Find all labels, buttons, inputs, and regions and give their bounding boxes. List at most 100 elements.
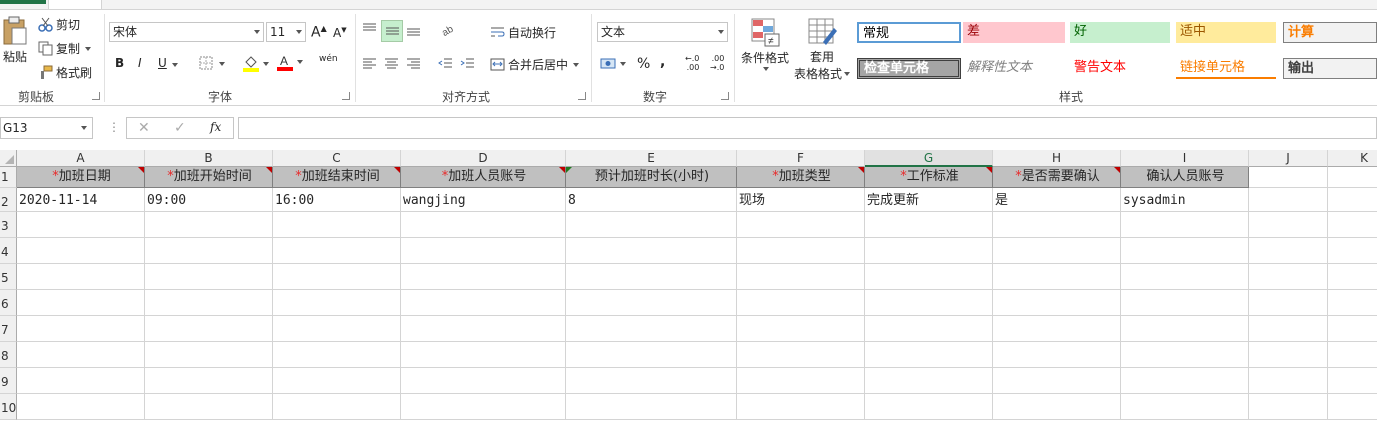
cell-i8[interactable] [1121,342,1249,368]
cell-f2[interactable]: 现场 [737,188,865,212]
align-right-button[interactable] [406,56,421,71]
cell-g8[interactable] [865,342,993,368]
cell-k7[interactable] [1328,316,1377,342]
column-header-a[interactable]: A [17,150,145,167]
align-left-button[interactable] [362,56,377,71]
cell-f10[interactable] [737,394,865,420]
cell-style-1[interactable]: 常规 [857,22,961,43]
cell-e2[interactable]: 8 [566,188,737,212]
row-header-3[interactable]: 3 [0,212,17,238]
cell-c8[interactable] [273,342,401,368]
cell-d4[interactable] [401,238,566,264]
cell-b1[interactable]: *加班开始时间 [145,167,273,188]
cell-k5[interactable] [1328,264,1377,290]
cell-c5[interactable] [273,264,401,290]
cell-c4[interactable] [273,238,401,264]
align-middle-button[interactable] [381,20,403,42]
row-header-6[interactable]: 6 [0,290,17,316]
cell-k6[interactable] [1328,290,1377,316]
cell-i6[interactable] [1121,290,1249,316]
accounting-format-button[interactable] [600,56,626,71]
cell-a2[interactable]: 2020-11-14 [17,188,145,212]
enter-icon[interactable]: ✓ [174,120,186,136]
cell-b10[interactable] [145,394,273,420]
cell-j2[interactable] [1249,188,1328,212]
cell-style-8[interactable]: 警告文本 [1070,58,1170,79]
cell-g4[interactable] [865,238,993,264]
wrap-text-button[interactable]: 自动换行 [490,24,556,41]
formula-input[interactable] [238,117,1377,139]
cell-g3[interactable] [865,212,993,238]
phonetic-button[interactable]: wén [319,54,338,64]
cell-style-6[interactable]: 检查单元格 [857,58,961,79]
number-launcher-icon[interactable] [721,92,729,100]
cell-a3[interactable] [17,212,145,238]
cell-d7[interactable] [401,316,566,342]
cell-c9[interactable] [273,368,401,394]
cell-h1[interactable]: *是否需要确认 [993,167,1121,188]
cell-a4[interactable] [17,238,145,264]
cell-e1[interactable]: 预计加班时长(小时) [566,167,737,188]
cell-h7[interactable] [993,316,1121,342]
cell-b6[interactable] [145,290,273,316]
row-header-8[interactable]: 8 [0,342,17,368]
cell-k9[interactable] [1328,368,1377,394]
cell-k10[interactable] [1328,394,1377,420]
cell-i1[interactable]: 确认人员账号 [1121,167,1249,188]
borders-button[interactable] [199,56,225,71]
cell-c1[interactable]: *加班结束时间 [273,167,401,188]
font-size-combo[interactable]: 11 [266,22,306,42]
format-as-table-button[interactable]: 套用 表格格式 [792,16,852,82]
cell-b4[interactable] [145,238,273,264]
cell-f5[interactable] [737,264,865,290]
merge-center-button[interactable]: 合并后居中 [490,56,580,73]
cell-k1[interactable] [1328,167,1377,188]
row-header-9[interactable]: 9 [0,368,17,394]
cell-h4[interactable] [993,238,1121,264]
cell-e7[interactable] [566,316,737,342]
cell-g9[interactable] [865,368,993,394]
cell-style-7[interactable]: 解释性文本 [963,58,1065,79]
column-header-g[interactable]: G [865,150,993,167]
align-top-button[interactable] [362,22,377,37]
cell-g10[interactable] [865,394,993,420]
cell-j7[interactable] [1249,316,1328,342]
column-header-d[interactable]: D [401,150,566,167]
font-name-combo[interactable]: 宋体 [109,22,264,42]
cell-e4[interactable] [566,238,737,264]
comma-button[interactable]: , [660,54,665,70]
column-header-j[interactable]: J [1249,150,1328,167]
cell-h3[interactable] [993,212,1121,238]
cell-b9[interactable] [145,368,273,394]
cell-g6[interactable] [865,290,993,316]
fill-color-button[interactable] [243,56,269,72]
cell-i2[interactable]: sysadmin [1121,188,1249,212]
cell-j6[interactable] [1249,290,1328,316]
cell-f8[interactable] [737,342,865,368]
cell-e10[interactable] [566,394,737,420]
cell-k4[interactable] [1328,238,1377,264]
cell-g7[interactable] [865,316,993,342]
cell-j9[interactable] [1249,368,1328,394]
column-header-h[interactable]: H [993,150,1121,167]
cell-h8[interactable] [993,342,1121,368]
cell-c2[interactable]: 16:00 [273,188,401,212]
cell-e9[interactable] [566,368,737,394]
row-header-4[interactable]: 4 [0,238,17,264]
cell-f3[interactable] [737,212,865,238]
cell-i7[interactable] [1121,316,1249,342]
cell-f4[interactable] [737,238,865,264]
cell-style-9[interactable]: 链接单元格 [1176,58,1276,79]
increase-indent-button[interactable] [460,56,475,71]
cell-h6[interactable] [993,290,1121,316]
cell-g5[interactable] [865,264,993,290]
italic-button[interactable]: I [138,56,142,70]
cell-d3[interactable] [401,212,566,238]
tab-file[interactable]: 文件 [0,0,46,4]
cell-style-10[interactable]: 输出 [1283,58,1377,79]
cell-style-5[interactable]: 计算 [1283,22,1377,43]
cell-d2[interactable]: wangjing [401,188,566,212]
row-header-1[interactable]: 1 [0,167,17,188]
cell-j8[interactable] [1249,342,1328,368]
insert-function-icon[interactable]: fx [210,120,221,134]
